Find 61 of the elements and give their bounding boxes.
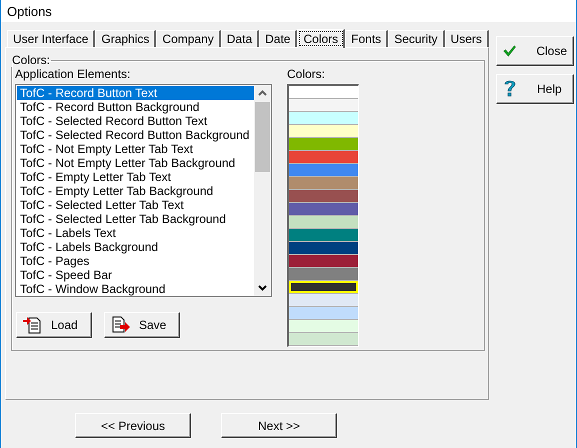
list-item[interactable]: TofC - Record Button Text <box>17 86 254 100</box>
color-swatch[interactable] <box>289 99 358 111</box>
color-swatch[interactable] <box>289 307 358 319</box>
list-label: Application Elements: <box>15 67 132 81</box>
tab[interactable]: User Interface <box>7 30 96 47</box>
color-swatch[interactable] <box>289 320 358 332</box>
color-swatch[interactable] <box>289 164 358 176</box>
list-item[interactable]: TofC - Labels Background <box>17 240 254 254</box>
tab[interactable]: Users <box>444 30 489 47</box>
close-button[interactable]: Close <box>496 36 574 66</box>
list-item[interactable]: TofC - Selected Record Button Text <box>17 114 254 128</box>
colors-label: Colors: <box>287 67 326 81</box>
color-swatch[interactable] <box>289 125 358 137</box>
tab[interactable]: Data <box>220 30 260 47</box>
color-swatch[interactable] <box>289 151 358 163</box>
list-item[interactable]: TofC - Selected Letter Tab Text <box>17 198 254 212</box>
color-swatch[interactable] <box>289 190 358 202</box>
color-swatch[interactable] <box>289 229 358 241</box>
color-swatch[interactable] <box>289 86 358 98</box>
list-item[interactable]: TofC - Not Empty Letter Tab Background <box>17 156 254 170</box>
color-swatch[interactable] <box>289 268 358 280</box>
save-button[interactable]: Save <box>104 312 180 338</box>
list-item[interactable]: TofC - Selected Letter Tab Background <box>17 212 254 226</box>
list-item[interactable]: TofC - Window Background <box>17 282 254 296</box>
color-swatch[interactable] <box>289 294 358 306</box>
next-button[interactable]: Next >> <box>221 413 337 438</box>
color-swatch[interactable] <box>289 242 358 254</box>
question-mark-icon <box>503 79 517 99</box>
group-title: Colors: <box>11 53 52 67</box>
load-button[interactable]: Load <box>16 312 92 338</box>
color-swatch[interactable] <box>289 216 358 228</box>
list-box[interactable] <box>15 84 272 297</box>
help-button[interactable]: Help <box>496 74 574 104</box>
color-swatch[interactable] <box>289 177 358 189</box>
tab[interactable]: Company <box>156 30 221 47</box>
scroll-thumb[interactable] <box>255 102 270 172</box>
color-swatch[interactable] <box>289 203 358 215</box>
window-title: Options <box>1 0 576 22</box>
list-item[interactable]: TofC - Speed Bar <box>17 268 254 282</box>
color-list[interactable] <box>287 84 359 347</box>
color-swatch[interactable] <box>289 112 358 124</box>
list-item[interactable]: TofC - Record Button Background <box>17 100 254 114</box>
list-item[interactable]: TofC - Not Empty Letter Tab Text <box>17 142 254 156</box>
list-item[interactable]: TofC - Empty Letter Tab Background <box>17 184 254 198</box>
tab[interactable]: Fonts <box>345 30 388 47</box>
color-swatch[interactable] <box>289 333 358 345</box>
color-swatch[interactable] <box>289 281 358 293</box>
previous-button[interactable]: << Previous <box>75 413 191 438</box>
tab[interactable]: Date <box>259 30 298 47</box>
document-arrow-icon <box>111 316 131 334</box>
tab[interactable]: Security <box>388 30 445 47</box>
color-swatch[interactable] <box>289 138 358 150</box>
tab[interactable]: Colors <box>297 29 346 48</box>
list-item[interactable]: TofC - Labels Text <box>17 226 254 240</box>
tab[interactable]: Graphics <box>95 30 156 47</box>
list-item[interactable]: TofC - Pages <box>17 254 254 268</box>
arrow-document-icon <box>23 316 43 334</box>
scrollbar[interactable] <box>254 85 271 296</box>
list-item[interactable]: TofC - Selected Record Button Background <box>17 128 254 142</box>
list-item[interactable]: TofC - Empty Letter Tab Text <box>17 170 254 184</box>
color-swatch[interactable] <box>289 255 358 267</box>
